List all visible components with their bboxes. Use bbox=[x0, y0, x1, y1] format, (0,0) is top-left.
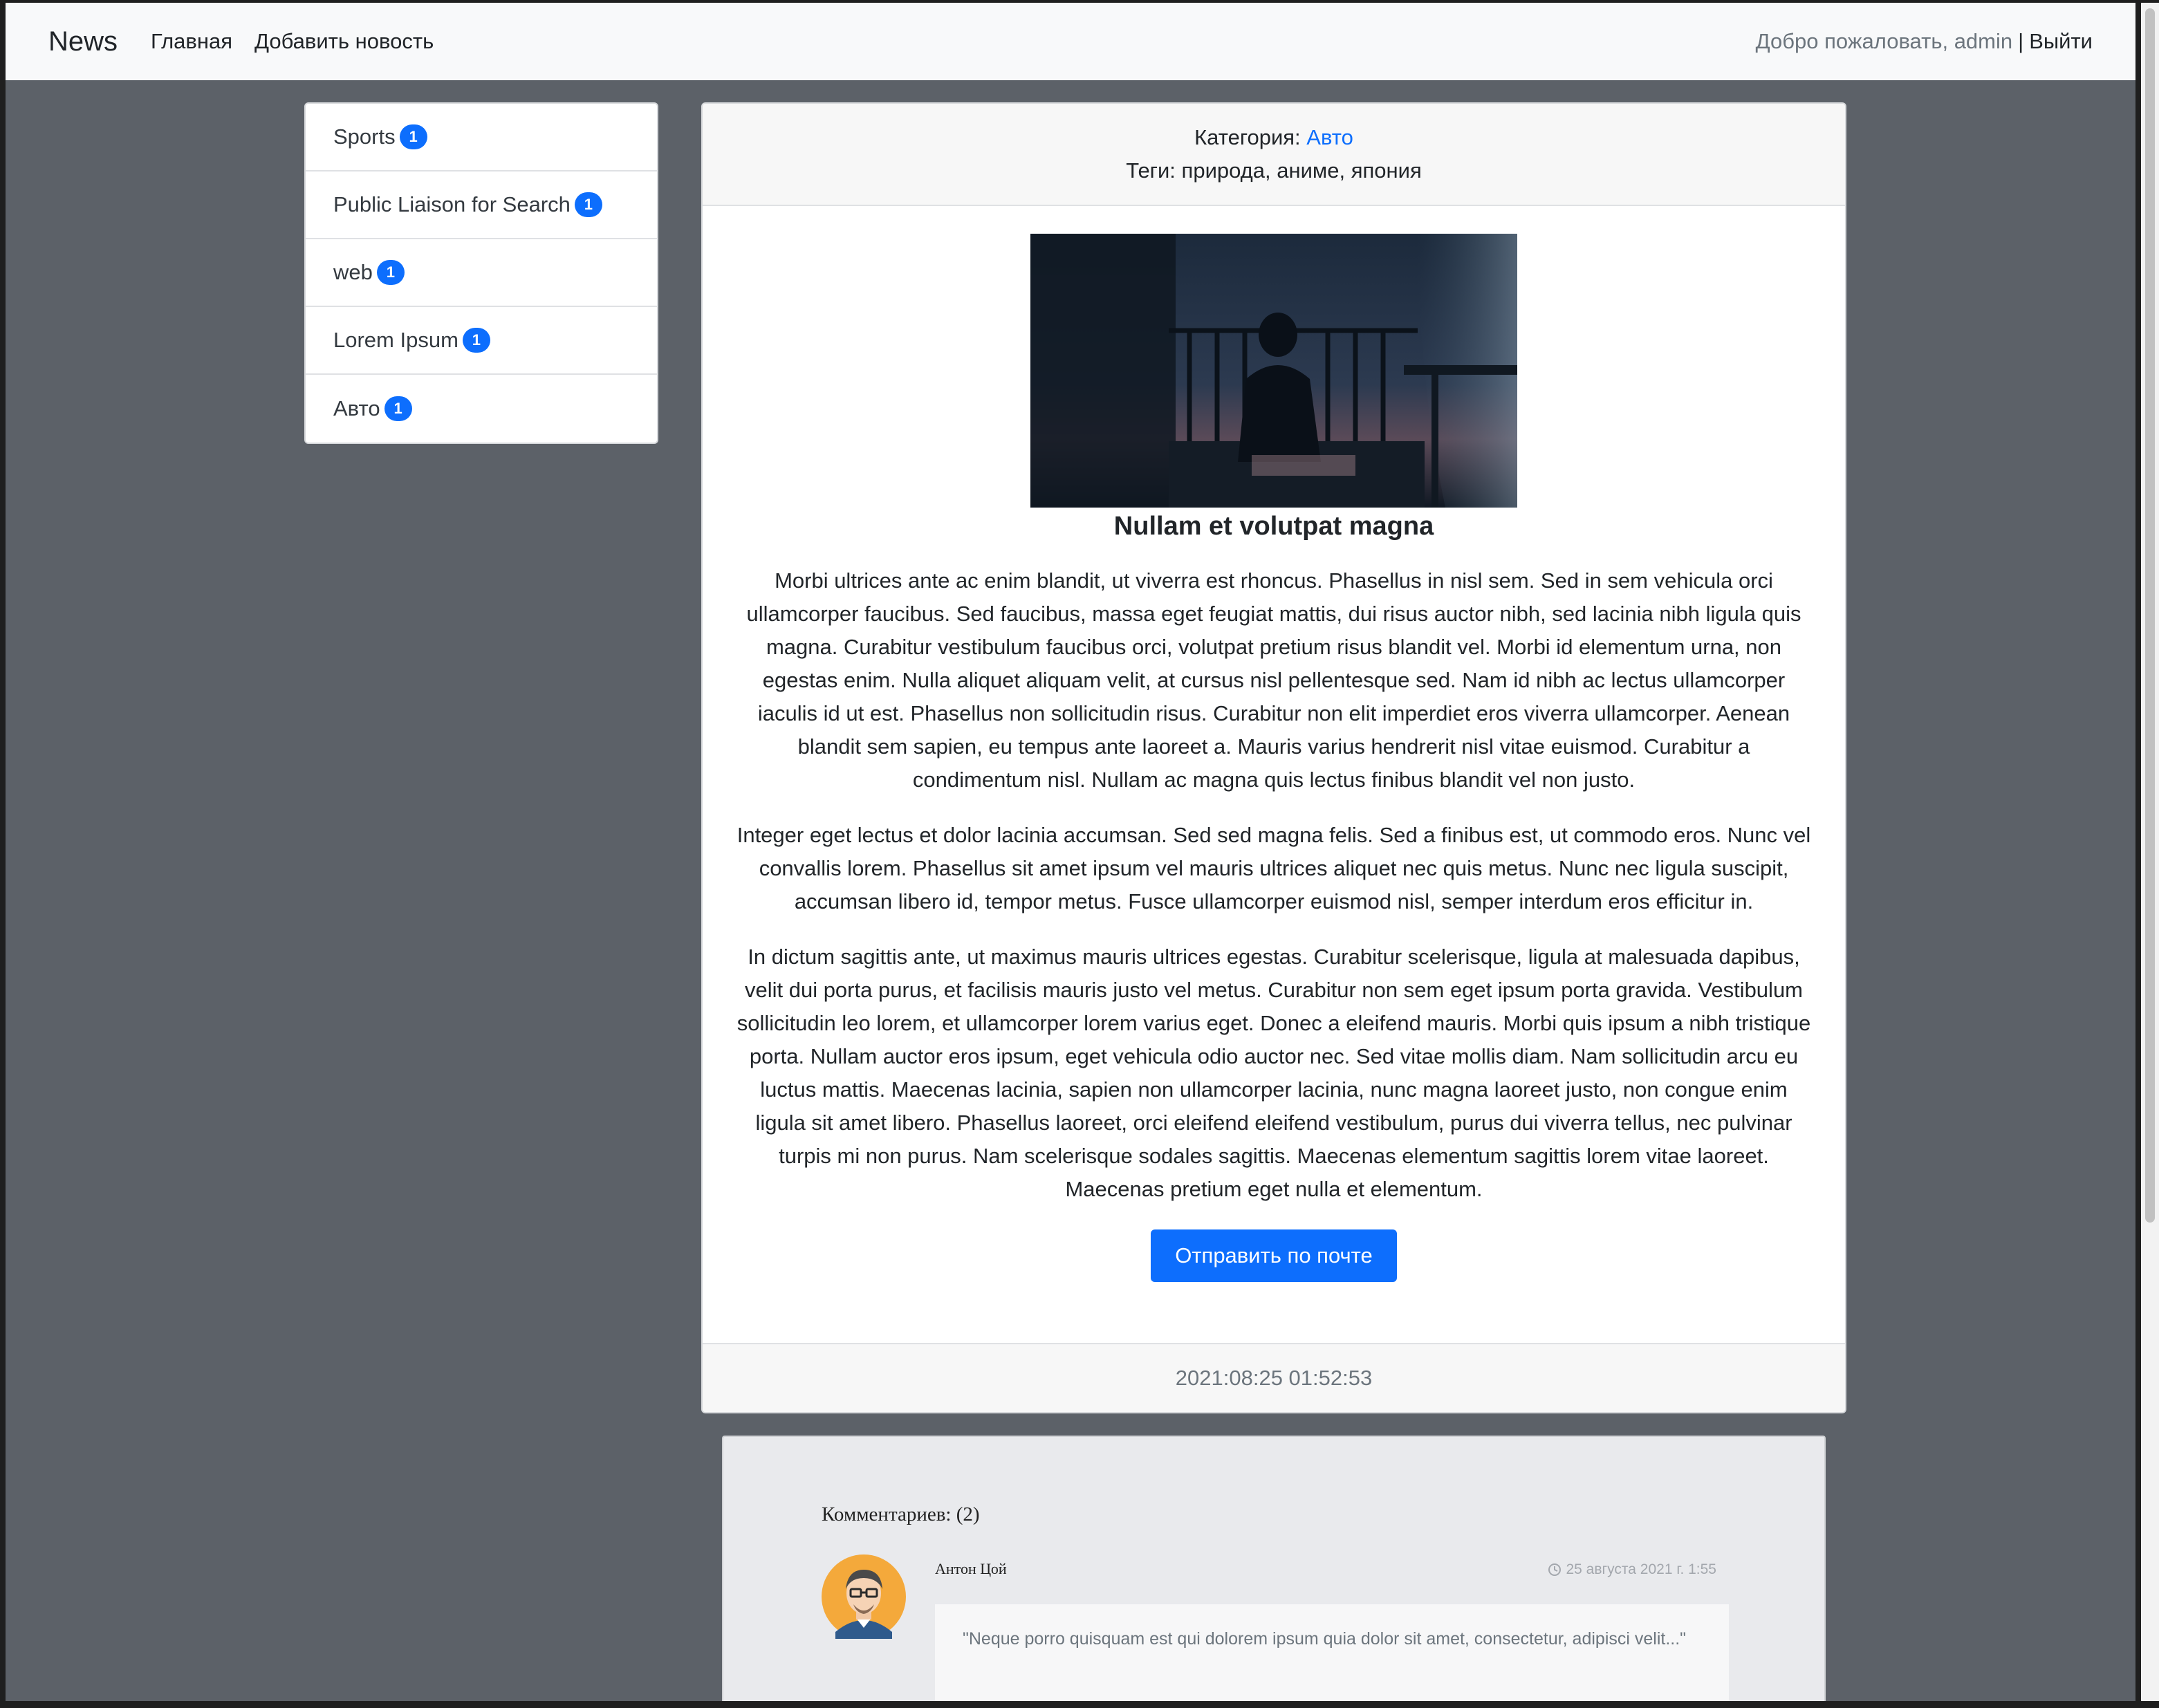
nav-link-home[interactable]: Главная bbox=[151, 29, 232, 54]
comment-text: "Neque porro quisquam est qui dolorem ip… bbox=[935, 1604, 1729, 1701]
post-paragraph: Integer eget lectus et dolor lacinia acc… bbox=[736, 823, 1811, 913]
send-by-email-button[interactable]: Отправить по почте bbox=[1151, 1229, 1397, 1282]
category-count-badge: 1 bbox=[384, 396, 412, 421]
category-item-lorem-ipsum[interactable]: Lorem Ipsum 1 bbox=[306, 307, 657, 375]
clock-icon bbox=[1548, 1563, 1562, 1576]
brand-link[interactable]: News bbox=[48, 26, 118, 57]
logout-link[interactable]: Выйти bbox=[2029, 29, 2093, 54]
browser-viewport: News Главная Добавить новость Добро пожа… bbox=[6, 3, 2135, 1701]
comment-date: 25 августа 2021 г. 1:55 bbox=[1548, 1561, 1716, 1578]
comment-date-text: 25 августа 2021 г. 1:55 bbox=[1566, 1561, 1716, 1577]
category-label: web bbox=[333, 260, 373, 284]
nav-link-add-news[interactable]: Добавить новость bbox=[254, 29, 434, 54]
category-count-badge: 1 bbox=[462, 328, 490, 353]
post-image bbox=[1030, 234, 1517, 508]
post-timestamp: 2021:08:25 01:52:53 bbox=[703, 1343, 1845, 1412]
scrollbar-thumb[interactable] bbox=[2145, 8, 2155, 1223]
nav-separator: | bbox=[2018, 29, 2024, 53]
post-category-link[interactable]: Авто bbox=[1306, 125, 1353, 149]
post-tags: Теги: природа, аниме, япония bbox=[1126, 158, 1422, 183]
post-paragraph: In dictum sagittis ante, ut maximus maur… bbox=[736, 945, 1811, 1201]
category-item-public-liaison[interactable]: Public Liaison for Search 1 bbox=[306, 171, 657, 239]
comments-count: Комментариев: (2) bbox=[822, 1503, 980, 1525]
comments-section: Комментариев: (2) Антон Цой 25 августа 2… bbox=[722, 1436, 1826, 1701]
post-title: Nullam et volutpat magna bbox=[1113, 512, 1434, 541]
user-area: Добро пожаловать, admin | Выйти bbox=[1756, 29, 2093, 54]
category-item-avto[interactable]: Авто 1 bbox=[306, 375, 657, 443]
post-paragraph: Morbi ultrices ante ac enim blandit, ut … bbox=[746, 568, 1801, 792]
category-prefix: Категория: bbox=[1194, 125, 1301, 149]
category-list: Sports 1 Public Liaison for Search 1 web… bbox=[304, 102, 658, 444]
post-category-line: Категория: Авто bbox=[1194, 121, 1353, 154]
welcome-text: Добро пожаловать, admin bbox=[1755, 29, 2013, 53]
category-count-badge: 1 bbox=[399, 124, 427, 149]
category-label: Public Liaison for Search bbox=[333, 192, 571, 216]
avatar bbox=[822, 1554, 906, 1639]
post-meta-header: Категория: Авто Теги: природа, аниме, яп… bbox=[703, 104, 1845, 206]
post-body: Nullam et volutpat magna Morbi ultrices … bbox=[703, 206, 1845, 1282]
top-navbar: News Главная Добавить новость Добро пожа… bbox=[6, 3, 2135, 80]
category-count-badge: 1 bbox=[574, 192, 602, 217]
category-item-web[interactable]: web 1 bbox=[306, 239, 657, 307]
category-item-sports[interactable]: Sports 1 bbox=[306, 104, 657, 171]
category-count-badge: 1 bbox=[376, 260, 405, 285]
category-label: Sports bbox=[333, 124, 396, 149]
news-post-card: Категория: Авто Теги: природа, аниме, яп… bbox=[701, 102, 1846, 1413]
comment-author: Антон Цой bbox=[935, 1560, 1007, 1577]
category-label: Lorem Ipsum bbox=[333, 328, 458, 352]
category-label: Авто bbox=[333, 396, 380, 420]
